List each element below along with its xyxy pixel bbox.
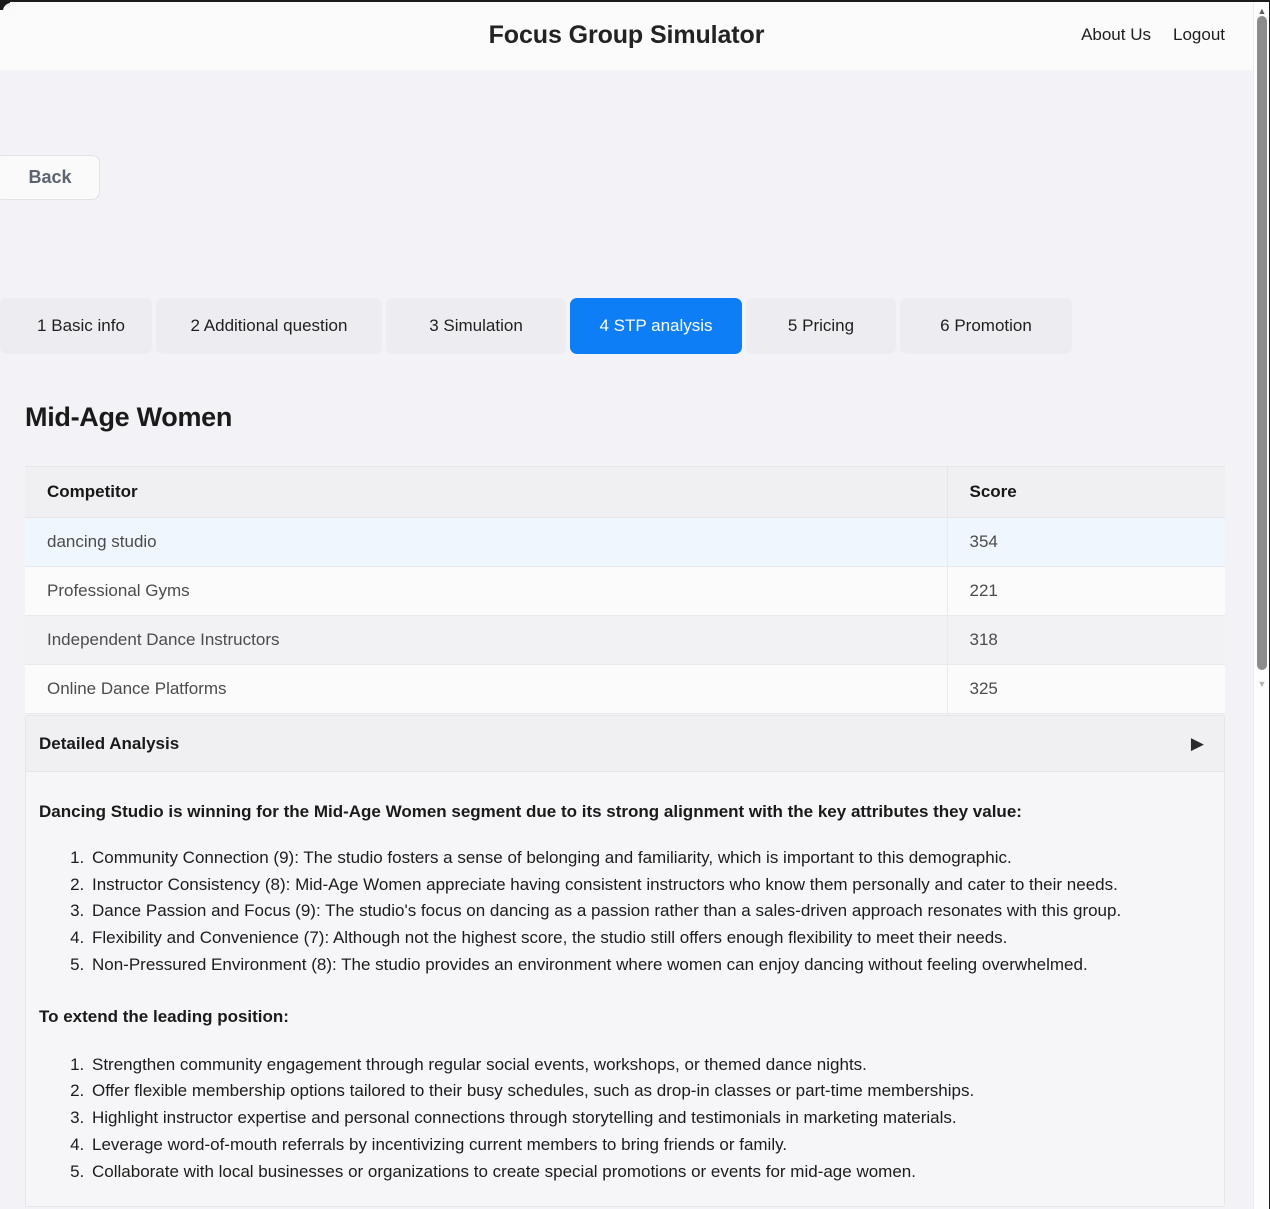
tab-promotion[interactable]: 6 Promotion	[900, 298, 1072, 354]
list-item: Dance Passion and Focus (9): The studio'…	[89, 898, 1211, 925]
list-item: Offer flexible membership options tailor…	[89, 1078, 1211, 1105]
step-tabs: 1 Basic info 2 Additional question 3 Sim…	[0, 298, 1253, 354]
table-body: dancing studio 354 Professional Gyms 221…	[25, 518, 1225, 714]
table-row[interactable]: dancing studio 354	[25, 518, 1225, 567]
table-row[interactable]: Online Dance Platforms 325	[25, 665, 1225, 714]
list-item: Flexibility and Convenience (7): Althoug…	[89, 925, 1211, 952]
table-head: Competitor Score	[25, 467, 1225, 518]
page-title: Focus Group Simulator	[489, 21, 765, 50]
table-row[interactable]: Independent Dance Instructors 318	[25, 616, 1225, 665]
cell-competitor: Professional Gyms	[25, 567, 947, 616]
list-item: Community Connection (9): The studio fos…	[89, 845, 1211, 872]
app-header: Focus Group Simulator About Us Logout	[0, 0, 1253, 70]
scrollbar-thumb[interactable]	[1257, 16, 1267, 670]
cell-competitor: Online Dance Platforms	[25, 665, 947, 714]
tab-simulation[interactable]: 3 Simulation	[386, 298, 566, 354]
table-header-row: Competitor Score	[25, 467, 1225, 518]
list-item: Highlight instructor expertise and perso…	[89, 1105, 1211, 1132]
cell-score: 354	[947, 518, 1225, 567]
tab-stp-analysis[interactable]: 4 STP analysis	[570, 298, 742, 354]
cell-score: 325	[947, 665, 1225, 714]
detailed-analysis-panel: Detailed Analysis ▶ Dancing Studio is wi…	[25, 715, 1225, 1207]
analysis-reasons-list: Community Connection (9): The studio fos…	[64, 845, 1211, 979]
window-corner	[0, 0, 10, 10]
column-header-competitor: Competitor	[25, 467, 947, 518]
table-row[interactable]: Professional Gyms 221	[25, 567, 1225, 616]
list-item: Leverage word-of-mouth referrals by ince…	[89, 1132, 1211, 1159]
tab-pricing[interactable]: 5 Pricing	[746, 298, 896, 354]
analysis-heading-winning: Dancing Studio is winning for the Mid-Ag…	[39, 800, 1211, 825]
scroll-down-arrow-icon[interactable]: ▼	[1254, 677, 1270, 691]
list-item: Non-Pressured Environment (8): The studi…	[89, 952, 1211, 979]
list-item: Instructor Consistency (8): Mid-Age Wome…	[89, 872, 1211, 899]
list-item: Strengthen community engagement through …	[89, 1052, 1211, 1079]
analysis-heading-extend: To extend the leading position:	[39, 1005, 1211, 1030]
browser-viewport: Focus Group Simulator About Us Logout Ba…	[0, 0, 1270, 1209]
cell-competitor: dancing studio	[25, 518, 947, 567]
tab-basic-info[interactable]: 1 Basic info	[0, 298, 152, 354]
page-scrollbar[interactable]: ▲ ▼	[1253, 2, 1269, 1209]
competitor-score-table: Competitor Score dancing studio 354 Prof…	[25, 466, 1225, 714]
analysis-recommendations-list: Strengthen community engagement through …	[64, 1052, 1211, 1186]
cell-score: 318	[947, 616, 1225, 665]
segment-title: Mid-Age Women	[25, 402, 232, 433]
chevron-right-icon[interactable]: ▶	[1191, 735, 1204, 752]
nav-link-logout[interactable]: Logout	[1173, 25, 1225, 45]
nav-link-about-us[interactable]: About Us	[1081, 25, 1151, 45]
detailed-analysis-toggle[interactable]: Detailed Analysis ▶	[26, 716, 1224, 772]
detailed-analysis-label: Detailed Analysis	[39, 734, 179, 754]
cell-score: 221	[947, 567, 1225, 616]
column-header-score: Score	[947, 467, 1225, 518]
detailed-analysis-body: Dancing Studio is winning for the Mid-Ag…	[26, 772, 1224, 1206]
list-item: Collaborate with local businesses or org…	[89, 1159, 1211, 1186]
tab-additional-question[interactable]: 2 Additional question	[156, 298, 382, 354]
back-button[interactable]: Back	[0, 155, 100, 200]
header-nav: About Us Logout	[1081, 25, 1225, 45]
window-top-edge	[0, 0, 1270, 2]
cell-competitor: Independent Dance Instructors	[25, 616, 947, 665]
main-content: Back 1 Basic info 2 Additional question …	[0, 70, 1253, 1209]
